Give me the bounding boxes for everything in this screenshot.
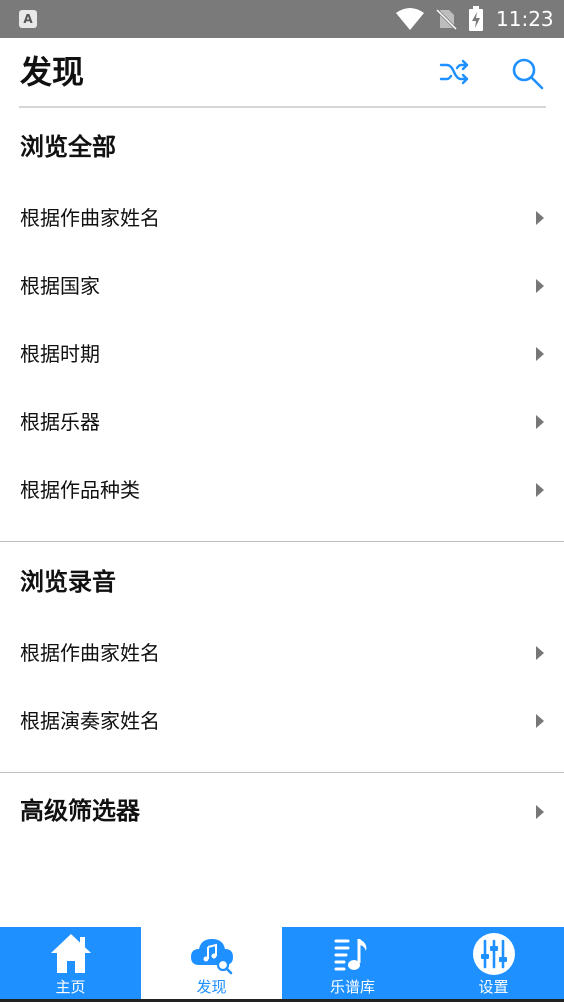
list-item-label: 根据作曲家姓名 <box>20 206 160 230</box>
cloud-music-search-icon <box>191 939 233 975</box>
list-item-label: 根据作曲家姓名 <box>20 641 160 665</box>
app-notification-letter: A <box>23 12 33 26</box>
status-bar: A 11:23 <box>0 0 564 38</box>
chevron-right-icon <box>536 646 544 660</box>
section-title-browse-recordings: 浏览录音 <box>20 568 116 596</box>
bottom-navigation: 主页 发现 乐谱库 设置 <box>0 927 564 1002</box>
chevron-right-icon <box>536 347 544 361</box>
nav-tab-label: 乐谱库 <box>329 978 375 996</box>
list-item-by-period[interactable]: 根据时期 <box>0 324 564 384</box>
home-icon <box>51 934 91 973</box>
wifi-icon <box>396 8 424 30</box>
advanced-filter-item[interactable]: 高级筛选器 <box>0 782 564 842</box>
chevron-right-icon <box>536 211 544 225</box>
chevron-right-icon <box>536 279 544 293</box>
battery-charging-icon <box>469 6 483 31</box>
list-item-label: 根据国家 <box>20 274 100 298</box>
search-button[interactable] <box>508 54 548 94</box>
list-item-by-work-type[interactable]: 根据作品种类 <box>0 460 564 520</box>
header-divider <box>19 106 546 108</box>
nav-tab-label: 主页 <box>55 978 86 996</box>
list-item-label: 根据时期 <box>20 342 100 366</box>
app-header: 发现 <box>0 38 564 108</box>
search-icon <box>512 58 544 90</box>
no-sim-icon <box>435 8 457 30</box>
nav-tab-label: 发现 <box>196 978 227 996</box>
list-item-recordings-by-performer[interactable]: 根据演奏家姓名 <box>0 691 564 751</box>
sheet-music-icon <box>334 939 367 971</box>
list-item-recordings-by-composer[interactable]: 根据作曲家姓名 <box>0 623 564 683</box>
section-divider <box>0 541 564 542</box>
list-item-by-composer[interactable]: 根据作曲家姓名 <box>0 188 564 248</box>
list-item-by-country[interactable]: 根据国家 <box>0 256 564 316</box>
sliders-icon <box>473 933 515 975</box>
chevron-right-icon <box>536 714 544 728</box>
nav-tab-settings[interactable]: 设置 <box>423 927 564 999</box>
chevron-right-icon <box>536 805 544 819</box>
page-title: 发现 <box>20 53 85 91</box>
nav-tab-label: 设置 <box>478 978 509 996</box>
advanced-filter-label: 高级筛选器 <box>20 797 140 825</box>
app-notification-icon: A <box>19 10 37 28</box>
chevron-right-icon <box>536 483 544 497</box>
shuffle-icon <box>439 59 469 85</box>
list-item-label: 根据作品种类 <box>20 478 140 502</box>
nav-tab-library[interactable]: 乐谱库 <box>282 927 423 999</box>
list-item-label: 根据演奏家姓名 <box>20 709 160 733</box>
nav-tab-home[interactable]: 主页 <box>0 927 141 999</box>
chevron-right-icon <box>536 415 544 429</box>
status-time: 11:23 <box>496 7 554 31</box>
nav-tab-discover[interactable]: 发现 <box>141 927 282 999</box>
section-divider <box>0 772 564 773</box>
list-item-label: 根据乐器 <box>20 410 100 434</box>
shuffle-button[interactable] <box>434 54 474 94</box>
list-item-by-instrument[interactable]: 根据乐器 <box>0 392 564 452</box>
section-title-browse-all: 浏览全部 <box>20 133 116 161</box>
